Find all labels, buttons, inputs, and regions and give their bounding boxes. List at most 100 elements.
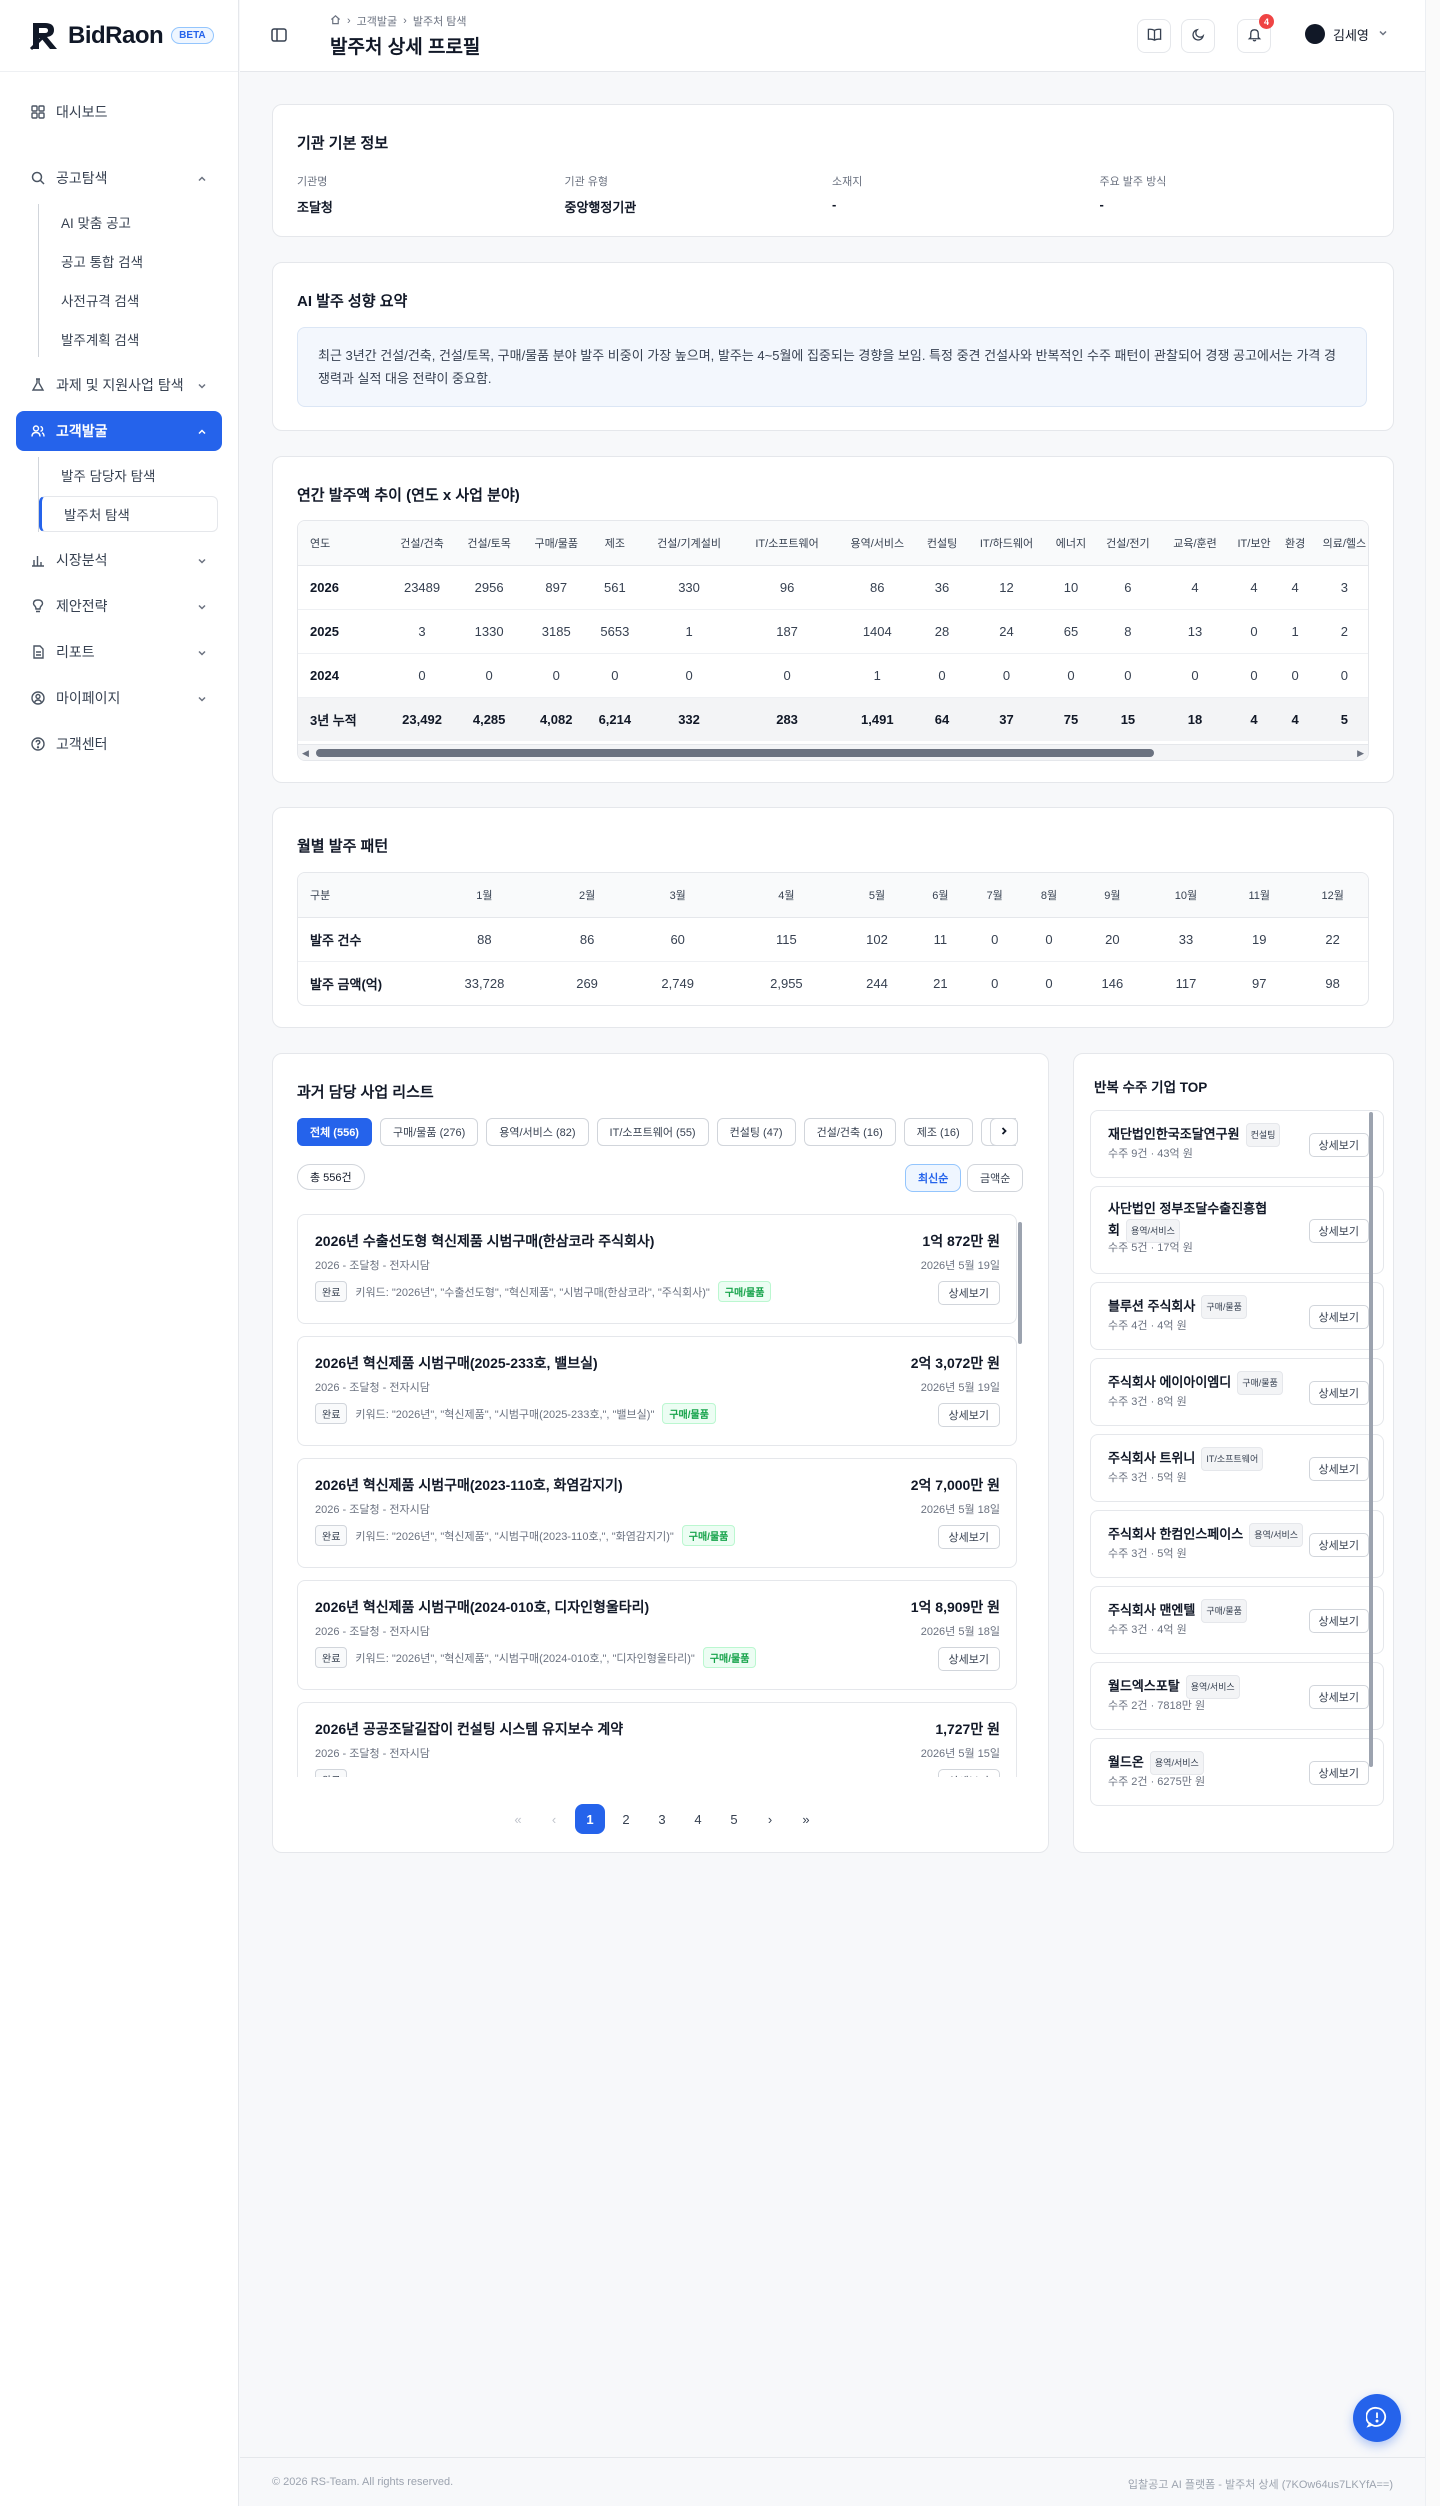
top-companies-scrollbar[interactable] xyxy=(1369,1112,1373,1767)
last-page-button[interactable]: » xyxy=(791,1804,821,1834)
company-item[interactable]: 주식회사 한컴인스페이스 용역/서비스 수주 3건 · 5억 원 상세보기 xyxy=(1090,1510,1384,1578)
detail-button[interactable]: 상세보기 xyxy=(937,1769,1000,1777)
company-item[interactable]: 월드온 용역/서비스 수주 2건 · 6275만 원 상세보기 xyxy=(1090,1738,1384,1806)
scrollbar-thumb[interactable] xyxy=(316,749,1154,757)
notification-count: 4 xyxy=(1259,14,1274,29)
detail-button[interactable]: 상세보기 xyxy=(1308,1219,1369,1243)
subnav-notice-search[interactable]: 공고 통합 검색 xyxy=(39,243,222,279)
nav-report-label: 리포트 xyxy=(56,644,95,660)
book-button[interactable] xyxy=(1137,19,1171,53)
filter-tab[interactable]: 제조 (16) xyxy=(903,1118,973,1146)
page-number-button[interactable]: 3 xyxy=(647,1804,677,1834)
filter-tab[interactable]: 컨설팅 (47) xyxy=(716,1118,796,1146)
page-number-button[interactable]: 4 xyxy=(683,1804,713,1834)
company-name[interactable]: 월드엑스포탈 용역/서비스 xyxy=(1108,1675,1318,1699)
user-menu[interactable]: 김세영 xyxy=(1305,24,1389,44)
next-page-button[interactable]: › xyxy=(755,1804,785,1834)
company-item[interactable]: 주식회사 트위니 IT/소프트웨어 수주 3건 · 5억 원 상세보기 xyxy=(1090,1434,1384,1502)
subnav-manager-search[interactable]: 발주 담당자 탐색 xyxy=(39,457,222,493)
prev-page-button[interactable]: ‹ xyxy=(539,1804,569,1834)
company-name[interactable]: 주식회사 한컴인스페이스 용역/서비스 xyxy=(1108,1523,1318,1547)
detail-button[interactable]: 상세보기 xyxy=(1308,1305,1369,1329)
category-badge: 구매/물품 xyxy=(702,1647,757,1668)
sort-amount-button[interactable]: 금액순 xyxy=(967,1164,1024,1192)
detail-button[interactable]: 상세보기 xyxy=(1308,1685,1369,1709)
nav-support[interactable]: 고객센터 xyxy=(16,724,222,764)
project-item[interactable]: 2026년 혁신제품 시범구매(2024-010호, 디자인형울타리) 2026 … xyxy=(297,1580,1017,1690)
sort-latest-button[interactable]: 최신순 xyxy=(905,1164,962,1192)
filter-tab[interactable]: 구매/물품 (276) xyxy=(379,1118,479,1146)
nav-report[interactable]: 리포트 xyxy=(16,632,222,672)
home-icon[interactable] xyxy=(330,14,341,28)
breadcrumb-item[interactable]: 고객발굴 xyxy=(357,13,397,29)
subnav-ai-notice[interactable]: AI 맞춤 공고 xyxy=(39,204,222,240)
company-name[interactable]: 주식회사 에이아이엠디 구매/물품 xyxy=(1108,1371,1318,1395)
nav-grant[interactable]: 과제 및 지원사업 탐색 xyxy=(16,365,222,405)
page-number-button[interactable]: 1 xyxy=(575,1804,605,1834)
page-number-button[interactable]: 2 xyxy=(611,1804,641,1834)
detail-button[interactable]: 상세보기 xyxy=(937,1281,1000,1305)
detail-button[interactable]: 상세보기 xyxy=(1308,1457,1369,1481)
chat-support-button[interactable] xyxy=(1353,2394,1401,2442)
nav-market[interactable]: 시장분석 xyxy=(16,540,222,580)
project-title[interactable]: 2026년 혁신제품 시범구매(2025-233호, 밸브실) xyxy=(315,1353,598,1373)
nav-customer[interactable]: 고객발굴 xyxy=(16,411,222,451)
nav-mypage[interactable]: 마이페이지 xyxy=(16,678,222,718)
project-item[interactable]: 2026년 혁신제품 시범구매(2025-233호, 밸브실) 2026 - 조달… xyxy=(297,1336,1017,1446)
detail-button[interactable]: 상세보기 xyxy=(1308,1133,1369,1157)
page-scrollbar[interactable] xyxy=(1425,0,1440,2506)
filter-tab[interactable]: 전체 (556) xyxy=(297,1118,372,1146)
company-name[interactable]: 재단법인한국조달연구원 컨설팅 xyxy=(1108,1123,1318,1147)
theme-toggle-button[interactable] xyxy=(1181,19,1215,53)
company-name[interactable]: 주식회사 맨엔텔 구매/물품 xyxy=(1108,1599,1318,1623)
scroll-left-icon[interactable]: ◀ xyxy=(302,748,309,759)
project-item[interactable]: 2026년 공공조달길잡이 컨설팅 시스템 유지보수 계약 2026 - 조달청 … xyxy=(297,1702,1017,1777)
company-item[interactable]: 사단법인 정부조달수출진흥협회 용역/서비스 수주 5건 · 17억 원 상세보기 xyxy=(1090,1186,1384,1274)
filter-tab[interactable]: 용역/서비스 (82) xyxy=(486,1118,589,1146)
detail-button[interactable]: 상세보기 xyxy=(1308,1761,1369,1785)
monthly-pattern-title: 월별 발주 패턴 xyxy=(297,838,389,855)
tabs-next-button[interactable] xyxy=(990,1118,1018,1146)
detail-button[interactable]: 상세보기 xyxy=(937,1403,1000,1427)
project-item[interactable]: 2026년 혁신제품 시범구매(2023-110호, 화염감지기) 2026 - … xyxy=(297,1458,1017,1568)
nav-notice[interactable]: 공고탐색 xyxy=(16,158,222,198)
nav-dashboard[interactable]: 대시보드 xyxy=(16,92,222,132)
project-item[interactable]: 2026년 수출선도형 혁신제품 시범구매(한삼코라 주식회사) 2026 - 조… xyxy=(297,1214,1017,1324)
company-name[interactable]: 주식회사 트위니 IT/소프트웨어 xyxy=(1108,1447,1318,1471)
detail-button[interactable]: 상세보기 xyxy=(937,1647,1000,1671)
subnav-plan-search[interactable]: 발주계획 검색 xyxy=(39,321,222,357)
first-page-button[interactable]: « xyxy=(503,1804,533,1834)
company-name[interactable]: 월드온 용역/서비스 xyxy=(1108,1751,1318,1775)
project-title[interactable]: 2026년 수출선도형 혁신제품 시범구매(한삼코라 주식회사) xyxy=(315,1231,654,1251)
sidebar-toggle-icon[interactable] xyxy=(270,26,288,44)
nav-proposal[interactable]: 제안전략 xyxy=(16,586,222,626)
table-cell: 65 xyxy=(1047,609,1095,654)
detail-button[interactable]: 상세보기 xyxy=(1308,1609,1369,1633)
project-title[interactable]: 2026년 혁신제품 시범구매(2023-110호, 화염감지기) xyxy=(315,1475,623,1495)
subnav-agency-search[interactable]: 발주처 탐색 xyxy=(39,496,218,532)
company-item[interactable]: 블루션 주식회사 구매/물품 수주 4건 · 4억 원 상세보기 xyxy=(1090,1282,1384,1350)
notification-button[interactable]: 4 xyxy=(1237,14,1274,53)
project-title[interactable]: 2026년 혁신제품 시범구매(2024-010호, 디자인형울타리) xyxy=(315,1597,649,1617)
company-name[interactable]: 사단법인 정부조달수출진흥협회 용역/서비스 xyxy=(1108,1199,1278,1243)
detail-button[interactable]: 상세보기 xyxy=(937,1525,1000,1549)
subnav-prespec-search[interactable]: 사전규격 검색 xyxy=(39,282,222,318)
company-item[interactable]: 재단법인한국조달연구원 컨설팅 수주 9건 · 43억 원 상세보기 xyxy=(1090,1110,1384,1178)
company-name[interactable]: 블루션 주식회사 구매/물품 xyxy=(1108,1295,1318,1319)
detail-button[interactable]: 상세보기 xyxy=(1308,1533,1369,1557)
company-item[interactable]: 월드엑스포탈 용역/서비스 수주 2건 · 7818만 원 상세보기 xyxy=(1090,1662,1384,1730)
company-item[interactable]: 주식회사 맨엔텔 구매/물품 수주 3건 · 4억 원 상세보기 xyxy=(1090,1586,1384,1654)
scroll-right-icon[interactable]: ▶ xyxy=(1357,748,1364,759)
filter-tab[interactable]: 건설/건축 (16) xyxy=(803,1118,896,1146)
annual-hscrollbar[interactable]: ◀ ▶ xyxy=(298,744,1368,760)
page-number-button[interactable]: 5 xyxy=(719,1804,749,1834)
filter-tab[interactable]: IT/소프트웨어 (55) xyxy=(596,1118,709,1146)
logo[interactable]: BidRaon BETA xyxy=(0,0,238,72)
project-list-scrollbar[interactable] xyxy=(1018,1222,1022,1344)
project-title[interactable]: 2026년 공공조달길잡이 컨설팅 시스템 유지보수 계약 xyxy=(315,1719,623,1739)
company-item[interactable]: 주식회사 에이아이엠디 구매/물품 수주 3건 · 8억 원 상세보기 xyxy=(1090,1358,1384,1426)
detail-button[interactable]: 상세보기 xyxy=(1308,1381,1369,1405)
breadcrumb-item[interactable]: 발주처 탐색 xyxy=(413,13,467,29)
table-cell: 3185 xyxy=(522,609,590,654)
nav-mypage-label: 마이페이지 xyxy=(56,690,121,706)
